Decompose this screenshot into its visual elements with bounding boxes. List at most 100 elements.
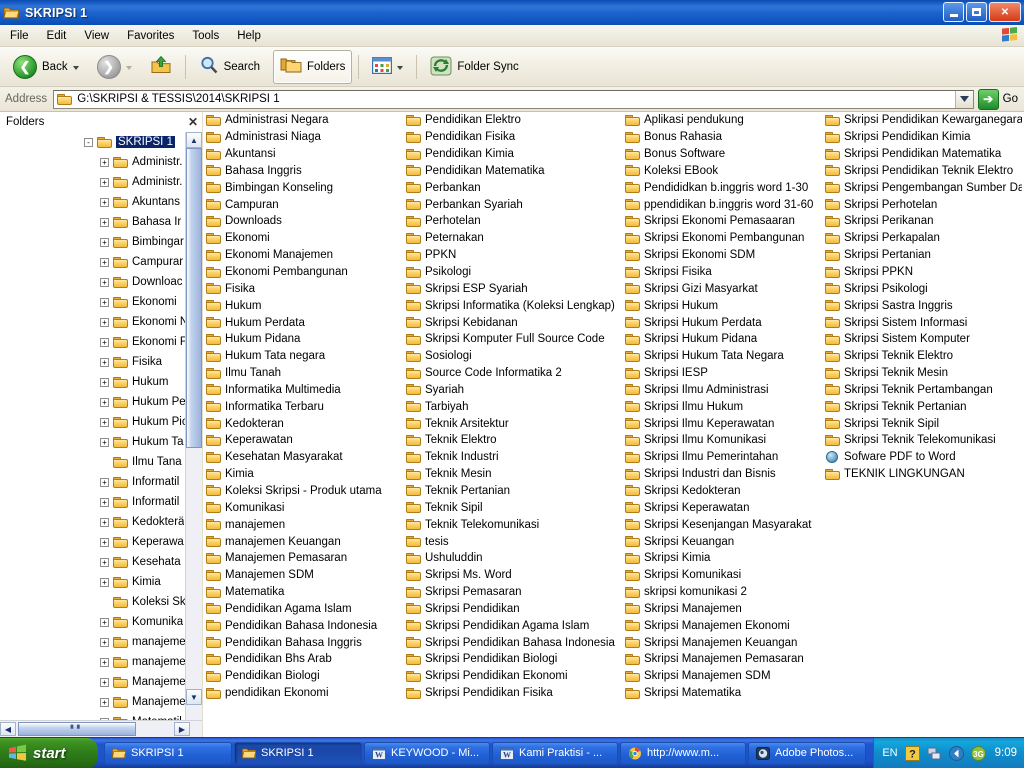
expand-icon[interactable]: + [100,497,109,507]
expand-icon[interactable]: + [100,237,109,247]
close-button[interactable]: ✕ [989,2,1021,22]
folder-sync-button[interactable]: Folder Sync [423,50,525,84]
file-list-item[interactable]: Pendididkan b.inggris word 1-30 [623,179,823,196]
file-list-item[interactable]: Skripsi Ilmu Pemerintahan [623,449,823,466]
tree-item[interactable]: + manajeme [0,652,202,672]
tree-item[interactable]: + Keperawa [0,532,202,552]
expand-icon[interactable]: + [100,217,109,227]
file-list-item[interactable]: Perhotelan [404,213,623,230]
tree-item[interactable]: + Manajeme [0,692,202,712]
file-list-item[interactable]: Matematika [204,584,404,601]
file-list-item[interactable]: Peternakan [404,230,623,247]
tree-item[interactable]: + Bimbingar [0,232,202,252]
file-list-item[interactable]: Pendidikan Biologi [204,668,404,685]
tree-item[interactable]: + Manajeme [0,672,202,692]
file-list-item[interactable]: Skripsi Pendidikan Biologi [404,651,623,668]
views-button[interactable] [365,50,410,84]
file-list-item[interactable]: Source Code Informatika 2 [404,365,623,382]
file-list-item[interactable]: manajemen [204,516,404,533]
tree-item[interactable]: + Komunika [0,612,202,632]
file-list-item[interactable]: Informatika Multimedia [204,382,404,399]
menu-help[interactable]: Help [229,28,269,44]
menu-edit[interactable]: Edit [39,28,75,44]
taskbar-button[interactable]: Adobe Photos... [748,741,866,765]
file-list-item[interactable]: Skripsi Manajemen Pemasaran [623,651,823,668]
taskbar-button[interactable]: SKRIPSI 1 [104,741,232,765]
address-input[interactable]: G:\SKRIPSI & TESSIS\2014\SKRIPSI 1 [53,89,974,109]
show-hidden-icons-button[interactable] [948,745,964,761]
expand-icon[interactable]: + [100,617,109,627]
menu-tools[interactable]: Tools [184,28,227,44]
file-list-item[interactable]: Skripsi Ekonomi Pemasaaran [623,213,823,230]
tree-item[interactable]: + Bahasa Ir [0,212,202,232]
file-list-item[interactable]: Teknik Elektro [404,432,623,449]
file-list-item[interactable]: Ekonomi [204,230,404,247]
file-list-item[interactable]: Pendidikan Bahasa Indonesia [204,617,404,634]
file-list-item[interactable]: Teknik Industri [404,449,623,466]
file-list-item[interactable]: Skripsi Sastra Inggris [823,297,1022,314]
file-list-item[interactable]: Skripsi Ekonomi Pembangunan [623,230,823,247]
collapse-icon[interactable]: - [84,137,93,147]
file-list-item[interactable]: Skripsi Kimia [623,550,823,567]
clock[interactable]: 9:09 [995,747,1017,759]
file-list-item[interactable]: Skripsi Hukum Pidana [623,331,823,348]
file-list-item[interactable]: Pendidikan Agama Islam [204,600,404,617]
file-list-item[interactable]: Downloads [204,213,404,230]
file-list-item[interactable]: Skripsi Manajemen [623,600,823,617]
expand-icon[interactable]: + [100,557,109,567]
tree-item[interactable]: + Administr. [0,152,202,172]
file-list-item[interactable]: Aplikasi pendukung [623,112,823,129]
file-list-item[interactable]: Skripsi Ilmu Komunikasi [623,432,823,449]
back-button[interactable]: ❮ Back [6,50,86,84]
expand-icon[interactable]: + [100,157,109,167]
forward-button[interactable]: ❯ [90,50,139,84]
file-list-item[interactable]: Skripsi Ilmu Administrasi [623,382,823,399]
file-list-item[interactable]: Skripsi Informatika (Koleksi Lengkap) [404,297,623,314]
file-list-item[interactable]: Skripsi PPKN [823,264,1022,281]
file-list-item[interactable]: Koleksi EBook [623,163,823,180]
file-list-item[interactable]: Skripsi Perhotelan [823,196,1022,213]
expand-icon[interactable]: + [100,177,109,187]
tree-item[interactable]: + Fisika [0,352,202,372]
file-list-item[interactable]: Skripsi Teknik Pertambangan [823,382,1022,399]
expand-icon[interactable]: + [100,657,109,667]
file-list-item[interactable]: Skripsi Hukum [623,297,823,314]
file-list-item[interactable]: Teknik Telekomunikasi [404,516,623,533]
scroll-right-icon[interactable]: ▶ [174,722,190,736]
file-list-item[interactable]: Kimia [204,466,404,483]
tree-item[interactable]: + Hukum Pe [0,392,202,412]
file-list-item[interactable]: ppendidikan b.inggris word 31-60 [623,196,823,213]
file-list-item[interactable]: Skripsi Ms. Word [404,567,623,584]
file-list-item[interactable]: Skripsi Pemasaran [404,584,623,601]
expand-icon[interactable]: + [100,697,109,707]
expand-icon[interactable]: + [100,197,109,207]
tree-item[interactable]: + Downloac [0,272,202,292]
tree-item[interactable]: - SKRIPSI 1 [0,132,202,152]
file-list-item[interactable]: Skripsi Pendidikan Kimia [823,129,1022,146]
tree-item[interactable]: + Ekonomi [0,292,202,312]
folders-pane-close-icon[interactable]: ✕ [188,115,198,129]
file-list-item[interactable]: Skripsi Pendidikan Bahasa Indonesia [404,634,623,651]
file-list-item[interactable]: Skripsi Matematika [623,685,823,702]
file-list-item[interactable]: Skripsi IESP [623,365,823,382]
file-list-item[interactable]: Tarbiyah [404,398,623,415]
tree-item[interactable]: + Kedokterä [0,512,202,532]
file-list-item[interactable]: Syariah [404,382,623,399]
expand-icon[interactable]: + [100,297,109,307]
expand-icon[interactable]: + [100,537,109,547]
tree-item[interactable]: + manajeme [0,632,202,652]
file-list-item[interactable]: Skripsi Pendidikan Fisika [404,685,623,702]
expand-icon[interactable]: + [100,477,109,487]
expand-icon[interactable]: + [100,257,109,267]
back-dropdown-icon[interactable] [72,65,79,70]
file-list-item[interactable]: Sosiologi [404,348,623,365]
file-list-item[interactable]: Skripsi Teknik Sipil [823,415,1022,432]
go-button[interactable]: ➔ Go [974,88,1024,110]
file-list-item[interactable]: Skripsi Teknik Pertanian [823,398,1022,415]
file-list-item[interactable]: Bonus Rahasia [623,129,823,146]
file-list-item[interactable]: Skripsi Fisika [623,264,823,281]
start-button[interactable]: start [0,737,98,768]
expand-icon[interactable]: + [100,677,109,687]
file-list-item[interactable]: Pendidikan Kimia [404,146,623,163]
antivirus-icon[interactable]: 3G [970,745,986,761]
